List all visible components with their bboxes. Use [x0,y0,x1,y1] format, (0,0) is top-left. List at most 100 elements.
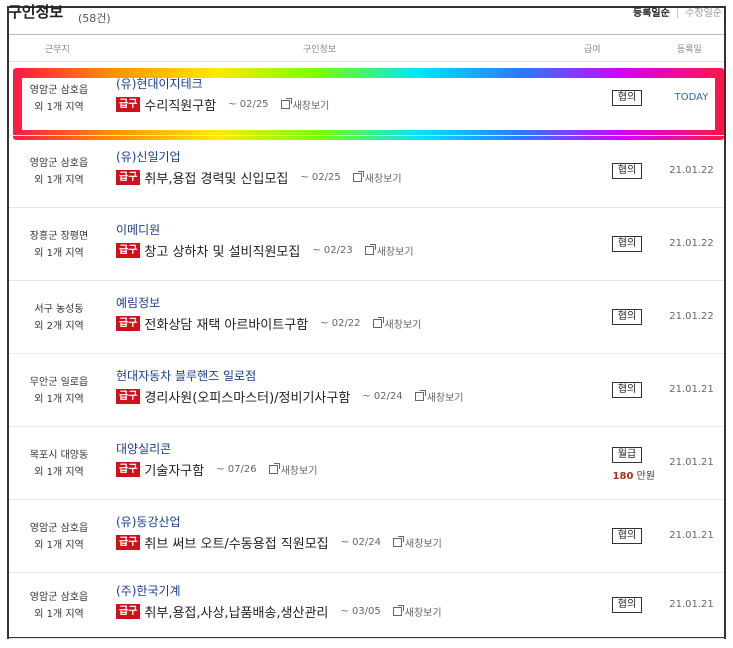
urgent-badge: 급구 [116,603,141,619]
job-deadline: ~ 02/25 [300,171,341,183]
new-window-link[interactable]: 새창보기 [392,604,442,619]
job-location: 무안군 일로읍 외 1개 지역 [9,374,109,408]
company-name[interactable]: (유)동강산업 [116,513,181,530]
job-title-line: 급구 수리직원구함 ~ 02/25 새창보기 [116,95,330,114]
job-location-primary: 영암군 삼호읍 [29,592,89,603]
column-pay: 급여 [584,45,601,55]
new-window-link[interactable]: 새창보기 [372,316,421,331]
pay-type-badge: 협의 [612,382,642,398]
job-row[interactable]: 영암군 삼호읍 외 1개 지역 (주)한국기계 급구 취부,용접,사상,납품배송… [9,573,724,639]
job-location: 서구 농성동 외 2개 지역 [9,301,109,335]
job-location-extra: 외 1개 지역 [34,102,84,113]
external-link-icon [268,462,280,474]
company-name[interactable]: (주)한국기계 [116,582,181,599]
job-location: 목포시 대양동 외 1개 지역 [9,447,109,481]
job-row[interactable]: 영암군 삼호읍 외 1개 지역 (유)신일기업 급구 취부,용접 경력및 신입모… [9,136,724,208]
job-location: 영암군 삼호읍 외 1개 지역 [9,155,109,189]
registration-date: 21.01.21 [669,599,714,610]
new-window-label: 새창보기 [280,465,318,477]
job-location-extra: 외 1개 지역 [34,540,84,551]
result-count: (58건) [78,12,111,25]
new-window-link[interactable]: 새창보기 [364,243,414,258]
urgent-badge: 급구 [116,96,141,112]
job-title-line: 급구 취브 써브 오트/수동용접 직원모집 ~ 02/24 새창보기 [116,533,442,552]
company-name[interactable]: (유)신일기업 [116,148,181,165]
job-row[interactable]: 영암군 삼호읍 외 1개 지역 (유)현대이지테크 급구 수리직원구함 ~ 02… [9,62,724,136]
company-name[interactable]: 현대자동차 블루핸즈 일로점 [116,367,256,384]
external-link-icon [393,535,405,547]
external-link-icon [280,97,292,109]
job-location-primary: 영암군 삼호읍 [29,158,89,169]
urgent-badge: 급구 [116,242,141,258]
job-row[interactable]: 목포시 대양동 외 1개 지역 대양실리콘 급구 기술자구함 ~ 07/26 새… [9,427,724,500]
pay-type-badge: 협의 [612,309,642,325]
urgent-badge: 급구 [116,534,141,550]
job-deadline: ~ 02/22 [320,317,361,329]
registration-date: TODAY [674,92,709,103]
pay-type-badge: 협의 [612,90,642,106]
company-name[interactable]: (유)현대이지테크 [116,75,203,92]
new-window-label: 새창보기 [376,246,414,258]
company-name[interactable]: 예림정보 [116,294,160,311]
new-window-label: 새창보기 [364,173,402,185]
new-window-label: 새창보기 [405,538,442,550]
new-window-link[interactable]: 새창보기 [393,535,442,550]
job-location-extra: 외 1개 지역 [34,248,84,259]
job-title-line: 급구 취부,용접,사상,납품배송,생산관리 ~ 03/05 새창보기 [116,602,442,621]
job-location: 영암군 삼호읍 외 1개 지역 [9,520,109,554]
pay-type-badge: 협의 [612,597,642,613]
job-location: 장흥군 장평면 외 1개 지역 [9,228,109,262]
job-title[interactable]: 취부,용접,사상,납품배송,생산관리 [144,602,328,621]
new-window-link[interactable]: 새창보기 [268,462,318,477]
new-window-link[interactable]: 새창보기 [280,97,330,112]
job-location-primary: 영암군 삼호읍 [29,523,89,534]
job-title[interactable]: 전화상담 재택 아르바이트구함 [144,314,308,333]
sort-by-modified[interactable]: 수정일순 [685,8,722,19]
external-link-icon [414,389,426,401]
job-deadline: ~ 02/24 [340,536,382,548]
company-name[interactable]: 이메디원 [116,221,160,238]
pay-type-badge: 협의 [612,236,642,252]
job-row[interactable]: 서구 농성동 외 2개 지역 예림정보 급구 전화상담 재택 아르바이트구함 ~… [9,281,724,354]
job-title[interactable]: 기술자구함 [144,460,204,479]
registration-date: 21.01.21 [669,384,714,395]
job-row[interactable]: 영암군 삼호읍 외 1개 지역 (유)동강산업 급구 취브 써브 오트/수동용접… [9,500,724,573]
job-row[interactable]: 무안군 일로읍 외 1개 지역 현대자동차 블루핸즈 일로점 급구 경리사원(오… [9,354,724,427]
urgent-badge: 급구 [116,388,141,404]
job-deadline: ~ 03/05 [340,605,381,617]
job-row[interactable]: 장흥군 장평면 외 1개 지역 이메디원 급구 창고 상하차 및 설비직원모집 … [9,208,724,281]
registration-date: 21.01.21 [669,530,714,541]
job-title[interactable]: 취부,용접 경력및 신입모집 [144,168,288,187]
external-link-icon [364,243,376,255]
page-title: 구인정보 [8,3,64,21]
job-title[interactable]: 수리직원구함 [144,95,216,114]
new-window-label: 새창보기 [404,607,442,619]
registration-date: 21.01.22 [669,165,714,176]
registration-date: 21.01.21 [669,457,714,468]
job-title[interactable]: 창고 상하차 및 설비직원모집 [144,241,300,260]
job-title-line: 급구 기술자구함 ~ 07/26 새창보기 [116,460,318,479]
job-location-extra: 외 1개 지역 [34,467,84,478]
registration-date: 21.01.22 [669,238,714,249]
new-window-link[interactable]: 새창보기 [352,170,402,185]
sort-by-registration[interactable]: 등록일순 [633,8,670,19]
pay-type-badge: 월급 [612,447,642,463]
external-link-icon [392,604,404,616]
job-title-line: 급구 전화상담 재택 아르바이트구함 ~ 02/22 새창보기 [116,314,421,333]
job-location-primary: 무안군 일로읍 [29,377,89,388]
job-deadline: ~ 02/24 [362,390,403,402]
external-link-icon [372,316,384,328]
new-window-link[interactable]: 새창보기 [414,389,464,404]
column-header: 근무지 구인정보 급여 등록일 [9,34,724,62]
job-location: 영암군 삼호읍 외 1개 지역 [9,589,109,623]
new-window-label: 새창보기 [292,100,330,112]
column-info: 구인정보 [303,45,337,55]
job-deadline: ~ 07/26 [216,463,257,475]
job-title[interactable]: 취브 써브 오트/수동용접 직원모집 [144,533,328,552]
pay-amount: 180 만원 [595,467,655,482]
job-title[interactable]: 경리사원(오피스마스터)/정비기사구함 [144,387,350,406]
company-name[interactable]: 대양실리콘 [116,440,171,457]
job-location-extra: 외 1개 지역 [34,394,84,405]
job-deadline: ~ 02/25 [228,98,269,110]
job-location-extra: 외 2개 지역 [34,321,84,332]
